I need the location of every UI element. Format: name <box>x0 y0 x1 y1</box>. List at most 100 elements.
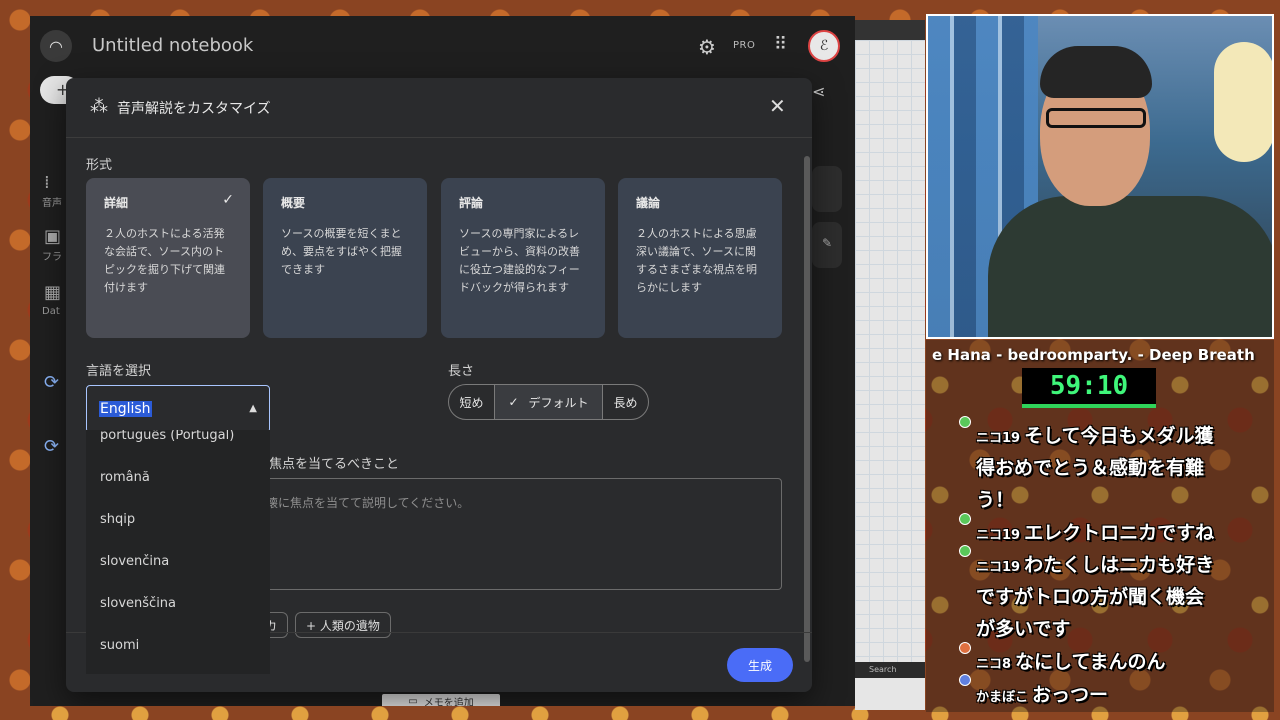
chat-message: ニコ8 なにしてまんのん <box>976 647 1166 674</box>
generate-button[interactable]: 生成 <box>727 648 793 682</box>
chat-text: おっつー <box>1032 684 1109 706</box>
length-short-button[interactable]: 短め <box>449 385 494 419</box>
refresh-icon[interactable]: ⟳ <box>44 372 59 393</box>
chat-message: う！ <box>976 485 1014 512</box>
language-option[interactable]: română <box>100 470 150 485</box>
length-segmented-control: 短め ✓ デフォルト 長め <box>448 384 649 420</box>
format-card-summary[interactable]: 概要 ソースの概要を短くまとめ、要点をすばやく把握できます <box>263 178 427 338</box>
audio-overview-icon[interactable]: ⁞ <box>44 172 50 193</box>
settings-gear-icon[interactable]: ⚙ <box>698 35 716 59</box>
edit-pencil-icon[interactable]: ✎ <box>822 236 832 250</box>
notebook-title[interactable]: Untitled notebook <box>92 35 253 56</box>
language-option[interactable]: slovenščina <box>100 596 176 611</box>
language-option[interactable]: slovenčina <box>100 554 169 569</box>
background-editor-window: Search <box>855 20 925 710</box>
format-card-critique[interactable]: 評論 ソースの専門家によるレビューから、資料の改善に役立つ建設的なフィードバック… <box>441 178 605 338</box>
pro-badge: PRO <box>733 40 756 51</box>
language-option[interactable]: português (Portugal) <box>100 430 234 443</box>
right-panel-card-edit[interactable]: ✎ <box>812 222 842 268</box>
caret-up-icon: ▲ <box>249 403 257 414</box>
customize-audio-dialog: ⁂ 音声解説をカスタマイズ ✕ 形式 詳細 ✓ ２人のホストによる活発な会話で、… <box>66 78 812 692</box>
streamer-hair <box>1040 46 1152 98</box>
length-default-button[interactable]: ✓ デフォルト <box>494 385 602 419</box>
streamer-glasses <box>1046 108 1146 128</box>
format-card-detail[interactable]: 詳細 ✓ ２人のホストによる活発な会話で、ソース内のトピックを掘り下げて関連付け… <box>86 178 250 338</box>
language-dropdown-list[interactable]: português (Portugal) română shqip sloven… <box>86 430 270 674</box>
chat-message: が多いです <box>976 614 1070 641</box>
chat-user-icon <box>959 545 971 557</box>
chat-message: ニコ19 そして今日もメダル獲 <box>976 421 1214 448</box>
refresh-icon-2[interactable]: ⟳ <box>44 436 59 457</box>
user-avatar[interactable]: ℰ <box>808 30 840 62</box>
now-playing-text: e Hana - bedroomparty. - Deep Breath <box>932 346 1255 364</box>
format-title: 概要 <box>281 196 306 210</box>
chat-text: 得おめでとう＆感動を有難 <box>976 457 1205 479</box>
format-desc: ２人のホストによる活発な会話で、ソース内のトピックを掘り下げて関連付けます <box>104 227 225 294</box>
chat-user-icon <box>959 674 971 686</box>
chat-user-icon <box>959 642 971 654</box>
chat-username: ニコ19 <box>976 560 1021 575</box>
chat-message: ですがトロの方が聞く機会 <box>976 582 1204 609</box>
sidebar-item-data[interactable]: Dat <box>42 306 60 317</box>
chat-text: ですがトロの方が聞く機会 <box>976 586 1205 608</box>
editor-canvas <box>855 40 925 670</box>
format-label: 形式 <box>86 158 113 173</box>
chat-message: 得おめでとう＆感動を有難 <box>976 453 1204 480</box>
chat-username: ニコ19 <box>976 431 1021 446</box>
format-card-debate[interactable]: 議論 ２人のホストによる思慮深い議論で、ソースに関するさまざまな視点を明らかにし… <box>618 178 782 338</box>
sidebar-item-audio[interactable]: 音声 <box>42 194 62 209</box>
add-note-button[interactable]: ▭ メモを追加 <box>382 694 500 706</box>
language-option[interactable]: suomi <box>100 638 139 653</box>
suggestion-chip-artifacts[interactable]: + 人類の遺物 <box>295 612 391 638</box>
data-table-icon[interactable]: ▦ <box>44 282 61 303</box>
chat-text: なにしてまんのん <box>1015 651 1166 673</box>
focus-label: が焦点を当てるべきこと <box>256 457 400 472</box>
editor-search[interactable]: Search <box>855 662 925 678</box>
language-label: 言語を選択 <box>86 364 152 379</box>
chat-user-icon <box>959 416 971 428</box>
language-select[interactable]: English ▲ <box>86 385 270 433</box>
chat-text: う！ <box>976 489 1015 511</box>
app-header: ◠ Untitled notebook ⚙ PRO ⠿ ℰ <box>30 16 855 76</box>
check-icon: ✓ <box>222 192 234 208</box>
editor-toolbar <box>855 20 925 40</box>
close-icon[interactable]: ✕ <box>769 94 786 118</box>
note-icon: ▭ <box>408 695 418 707</box>
format-desc: ２人のホストによる思慮深い議論で、ソースに関するさまざまな視点を明らかにします <box>636 227 757 294</box>
format-desc: ソースの概要を短くまとめ、要点をすばやく把握できます <box>281 227 402 276</box>
dialog-title: 音声解説をカスタマイズ <box>117 101 271 117</box>
webcam-feed <box>926 14 1274 339</box>
audio-spark-icon: ⁂ <box>90 96 108 117</box>
sidebar-item-flash[interactable]: フラ <box>42 248 62 263</box>
chat-username: かまぼこ <box>976 690 1029 705</box>
chat-username: ニコ8 <box>976 657 1012 672</box>
chat-text: そして今日もメダル獲 <box>1024 425 1214 447</box>
chat-message: ニコ19 わたくしはニカも好き <box>976 550 1214 577</box>
right-panel-card <box>812 166 842 212</box>
notebook-app-window: ◠ Untitled notebook ⚙ PRO ⠿ ℰ + ⋖ ⁞ 音声 ▣… <box>30 16 855 706</box>
dialog-header: ⁂ 音声解説をカスタマイズ ✕ <box>66 78 812 138</box>
share-icon[interactable]: ⋖ <box>812 82 825 101</box>
chat-message: かまぼこ おっつー <box>976 680 1108 707</box>
teddy-bear <box>1214 42 1272 162</box>
flashcards-icon[interactable]: ▣ <box>44 226 61 247</box>
chat-username: ニコ19 <box>976 528 1021 543</box>
format-desc: ソースの専門家によるレビューから、資料の改善に役立つ建設的なフィードバックが得ら… <box>459 227 580 294</box>
stream-timer: 59:10 <box>1022 368 1156 408</box>
format-title: 議論 <box>636 196 661 210</box>
format-title: 詳細 <box>104 196 129 210</box>
language-selected-value: English <box>99 401 152 417</box>
length-default-label: デフォルト <box>528 395 589 410</box>
streamer-body <box>988 196 1272 337</box>
chat-text: エレクトロニカですね <box>1024 522 1215 544</box>
dialog-scrollbar[interactable] <box>804 156 810 662</box>
notebooklm-logo-icon[interactable]: ◠ <box>40 30 72 62</box>
apps-grid-icon[interactable]: ⠿ <box>774 34 787 55</box>
length-long-button[interactable]: 長め <box>602 385 648 419</box>
length-label: 長さ <box>448 364 475 379</box>
focus-placeholder: 壊に焦点を当てて説明してください。 <box>266 496 470 510</box>
add-note-label: メモを追加 <box>423 697 474 707</box>
language-option[interactable]: shqip <box>100 512 135 527</box>
chat-user-icon <box>959 513 971 525</box>
chat-message: ニコ19 エレクトロニカですね <box>976 518 1214 545</box>
